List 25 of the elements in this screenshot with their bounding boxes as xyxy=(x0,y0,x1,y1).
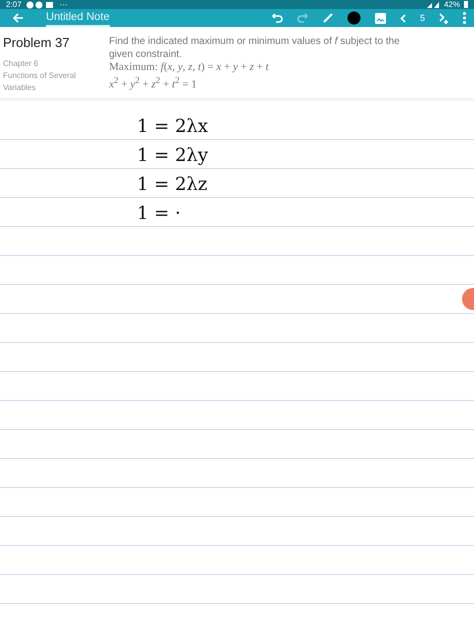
handwritten-equation: 1 = 2λy xyxy=(137,144,208,168)
status-more: ··· xyxy=(60,0,68,9)
constraint-formula: x$^{2}$ + y$^{2}$ + z$^{2}$ + t$^{2}$ = 1 xyxy=(109,74,198,92)
handwritten-equation: 1 = · xyxy=(137,202,181,226)
status-time: 2:07 xyxy=(6,0,22,9)
section-label: Functions of Several Variables xyxy=(3,70,77,94)
previous-page-icon[interactable] xyxy=(400,14,406,22)
back-icon[interactable] xyxy=(12,12,24,24)
floating-button-icon[interactable] xyxy=(462,288,474,310)
battery-icon xyxy=(464,1,468,8)
pen-icon[interactable] xyxy=(322,13,333,23)
problem-text: Find the indicated maximum or minimum values of f subject to the given constraint. xyxy=(109,35,401,61)
notification-icons xyxy=(26,0,56,8)
battery-level: 42% xyxy=(444,0,460,9)
more-icon[interactable] xyxy=(463,12,466,24)
objective-formula: Maximum: f(x, y, z, t) = x + y + z + t xyxy=(109,61,270,74)
next-page-icon[interactable] xyxy=(439,12,449,24)
problem-title: Problem 37 xyxy=(3,35,70,50)
handwritten-equation: 1 = 2λx xyxy=(137,115,208,139)
handwritten-equation: 1 = 2λz xyxy=(137,173,208,197)
image-icon[interactable] xyxy=(374,12,386,24)
undo-icon[interactable] xyxy=(270,13,283,23)
page-number: 5 xyxy=(420,13,425,23)
pen-color-swatch[interactable] xyxy=(346,11,361,25)
chapter-label: Chapter 6 xyxy=(3,58,40,70)
